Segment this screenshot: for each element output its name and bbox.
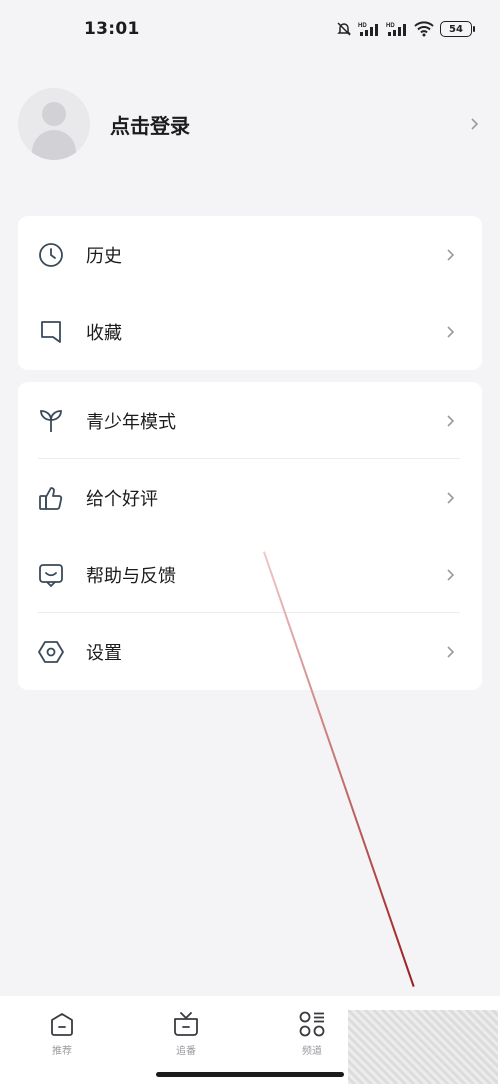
menu-item-label: 给个好评 [86, 488, 158, 510]
menu-item-label: 青少年模式 [86, 411, 176, 433]
tab-recommend[interactable]: 推荐 [32, 1010, 92, 1057]
login-label: 点击登录 [110, 113, 190, 138]
tab-label: 频道 [302, 1046, 322, 1057]
home-icon [51, 1013, 73, 1036]
menu-item-label: 历史 [86, 245, 122, 267]
mute-bell-icon [336, 21, 352, 37]
clock-icon [38, 242, 64, 268]
tv-icon [174, 1012, 198, 1036]
chevron-right-icon [447, 645, 455, 658]
menu-item-settings[interactable]: 设置 [18, 613, 482, 690]
sprout-icon [38, 408, 64, 434]
chevron-right-icon [447, 248, 455, 261]
menu-item-label: 设置 [86, 642, 122, 664]
status-time: 13:01 [84, 19, 140, 39]
thumbs-up-icon [38, 485, 64, 511]
menu-item-favorites[interactable]: 收藏 [18, 293, 482, 370]
menu-item-label: 收藏 [86, 322, 122, 344]
menu-item-teen-mode[interactable]: 青少年模式 [18, 382, 482, 459]
signal-icon-2: HD [386, 21, 408, 37]
chat-icon [38, 562, 64, 588]
menu-item-history[interactable]: 历史 [18, 216, 482, 293]
gear-icon [38, 639, 64, 665]
signal-tag-2: HD [386, 23, 395, 29]
avatar-head-shape [42, 102, 66, 126]
chevron-right-icon [471, 118, 479, 130]
blurred-region [348, 1010, 498, 1084]
chevron-right-icon [447, 414, 455, 427]
chevron-right-icon [447, 325, 455, 338]
menu-card-primary: 历史 收藏 [18, 216, 482, 370]
bookmark-icon [38, 319, 64, 345]
home-indicator[interactable] [156, 1072, 344, 1077]
chevron-right-icon [447, 568, 455, 581]
tab-follow[interactable]: 追番 [156, 1010, 216, 1057]
status-icons: HD HD 54 [336, 21, 475, 37]
battery-indicator: 54 [440, 21, 475, 37]
menu-item-rate-us[interactable]: 给个好评 [18, 459, 482, 536]
avatar [18, 88, 90, 160]
status-bar: 13:01 HD HD 54 [0, 0, 500, 58]
signal-icon-1: HD [358, 21, 380, 37]
avatar-body-shape [32, 130, 76, 160]
tab-label: 追番 [176, 1046, 196, 1057]
signal-tag-1: HD [358, 23, 367, 29]
menu-item-label: 帮助与反馈 [86, 565, 176, 587]
wifi-icon [414, 21, 434, 37]
grid-icon [299, 1011, 325, 1037]
chevron-right-icon [447, 491, 455, 504]
menu-item-help-feedback[interactable]: 帮助与反馈 [18, 536, 482, 613]
menu-card-secondary: 青少年模式 给个好评 帮助与反馈 设置 [18, 382, 482, 690]
tab-channel[interactable]: 频道 [282, 1010, 342, 1057]
login-entry[interactable]: 点击登录 [18, 84, 482, 164]
tab-label: 推荐 [52, 1046, 72, 1057]
